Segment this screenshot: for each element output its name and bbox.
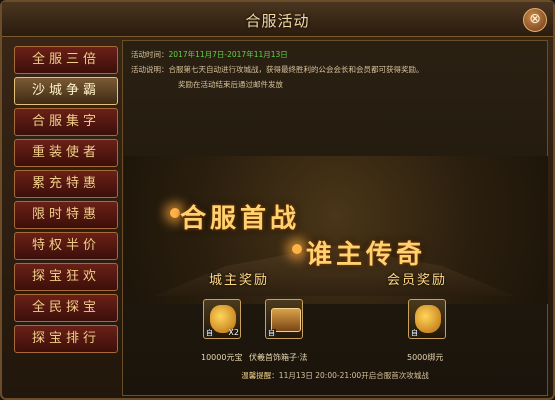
banner-headline-1: 合服首战 [180,204,301,234]
activity-window: 合服活动 ⊗ 全服三倍 沙城争霸 合服集字 重装使者 累充特惠 限时特惠 特权半… [0,0,555,400]
activity-desc-line2: 奖励在活动结束后通过邮件发放 [178,80,283,89]
item-quantity: X2 [228,328,239,337]
sidebar-item-zhongzhuang-shizhe[interactable]: 重装使者 [14,139,118,167]
activity-time-label: 活动时间： [131,50,169,59]
sidebar-item-leichong-tehui[interactable]: 累充特惠 [14,170,118,198]
reward-slot-gold-bag[interactable]: 自 X2 [203,299,241,339]
activity-desc-line1: 合服第七天自动进行攻城战，获得最终胜利的公会会长和会员都可获得奖励。 [168,65,424,74]
item-tag: 自 [267,329,276,337]
notice-label: 温馨提醒： [241,371,279,380]
sidebar-item-tanbao-paihang[interactable]: 探宝排行 [14,325,118,353]
close-icon[interactable]: ⊗ [523,8,547,32]
banner-headline-2: 谁主传奇 [306,240,427,270]
notice-bar: 温馨提醒：11月13日 20:00-21:00开启合服首次攻城战 [123,370,547,381]
event-banner: 合服首战 谁主传奇 [124,156,548,304]
window-title: 合服活动 [245,12,310,30]
activity-time-value: 2017年11月7日-2017年11月13日 [168,50,288,59]
glow-effect [170,208,180,218]
activity-info: 活动时间：2017年11月7日-2017年11月13日 活动说明：合服第七天自动… [131,47,541,92]
lord-rewards-title: 城主奖励 [209,273,270,288]
activity-time-row: 活动时间：2017年11月7日-2017年11月13日 [131,47,541,62]
reward-caption: 伏羲首饰箱子·法 [249,353,308,362]
activity-desc-label: 活动说明： [131,65,169,74]
sidebar-item-quanmin-tanbao[interactable]: 全民探宝 [14,294,118,322]
item-tag: 自 [410,329,419,337]
member-rewards-title: 会员奖励 [387,273,448,288]
content-panel: 活动时间：2017年11月7日-2017年11月13日 活动说明：合服第七天自动… [122,40,548,396]
notice-text: 11月13日 20:00-21:00开启合服首次攻城战 [278,371,429,380]
sidebar-item-shacheng-zhengba[interactable]: 沙城争霸 [14,77,118,105]
reward-slot-member-gold-bag[interactable]: 自 [408,299,446,339]
activity-desc-row: 活动说明：合服第七天自动进行攻城战，获得最终胜利的公会会长和会员都可获得奖励。 [131,62,541,77]
reward-slot-treasure-chest[interactable]: 自 [265,299,303,339]
reward-caption: 5000绑元 [407,353,444,362]
sidebar: 全服三倍 沙城争霸 合服集字 重装使者 累充特惠 限时特惠 特权半价 探宝狂欢 … [14,46,118,356]
sidebar-item-quanfu-sanbei[interactable]: 全服三倍 [14,46,118,74]
sidebar-item-tanbao-kuanghuan[interactable]: 探宝狂欢 [14,263,118,291]
sidebar-item-hefu-jizi[interactable]: 合服集字 [14,108,118,136]
reward-caption: 10000元宝 [201,353,243,362]
sidebar-item-xianshi-tehui[interactable]: 限时特惠 [14,201,118,229]
item-tag: 自 [205,329,214,337]
sidebar-item-tequan-banjia[interactable]: 特权半价 [14,232,118,260]
glow-effect [292,244,302,254]
title-bar: 合服活动 ⊗ [2,2,553,37]
